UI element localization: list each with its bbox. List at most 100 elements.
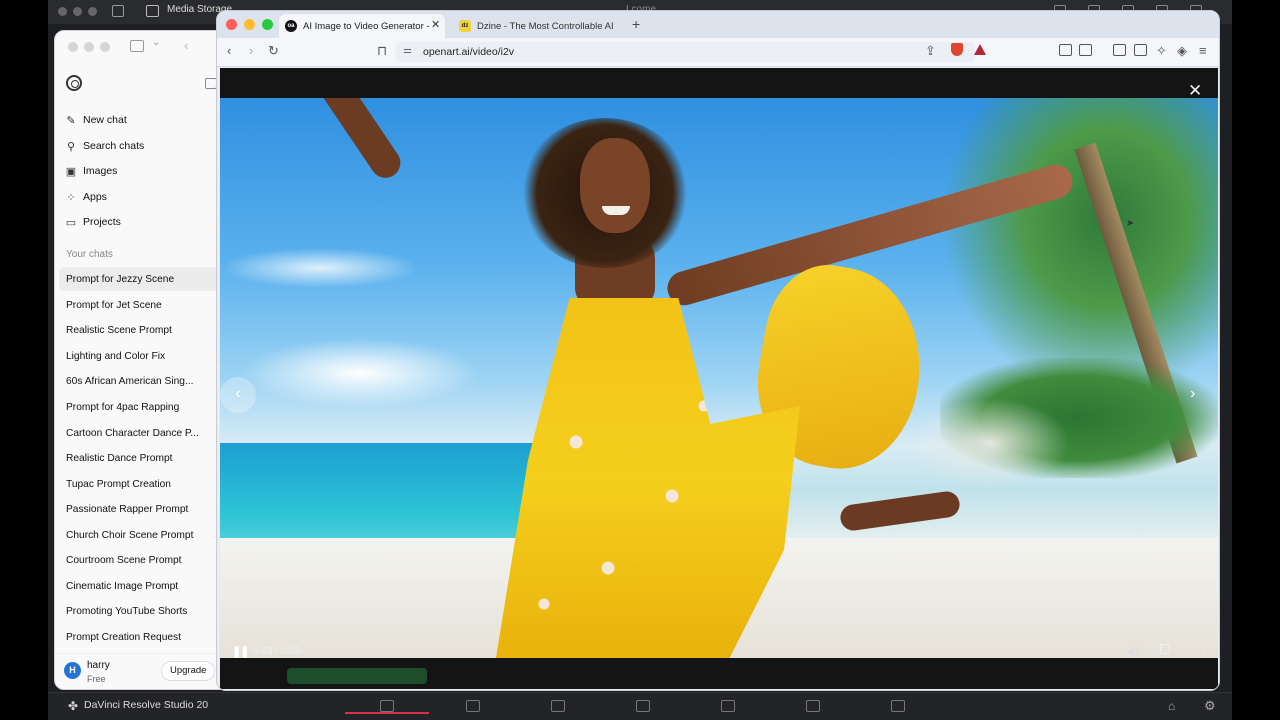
wallet-icon[interactable] xyxy=(1134,44,1147,56)
brave-shields-icon[interactable] xyxy=(951,43,963,56)
video-figure-arm xyxy=(269,98,407,184)
chat-history-item[interactable]: Cinematic Image Prompt xyxy=(59,574,221,598)
edit-icon: ✎ xyxy=(66,114,76,127)
forward-icon[interactable]: › xyxy=(249,43,253,58)
vpn-icon[interactable]: ◈ xyxy=(1177,43,1187,59)
cut-page-icon[interactable] xyxy=(466,700,480,712)
background-window-controls xyxy=(58,7,97,16)
chat-history-item[interactable]: Realistic Scene Prompt xyxy=(59,318,221,342)
brave-rewards-icon[interactable] xyxy=(974,44,986,55)
mouse-cursor-icon: ➤ xyxy=(1126,218,1135,229)
color-page-icon[interactable] xyxy=(721,700,735,712)
chat-history-item[interactable]: 60s African American Sing... xyxy=(59,369,221,393)
menu-label: Projects xyxy=(83,216,121,228)
images-button[interactable]: ▣ Images xyxy=(65,161,215,181)
background-sidebar-icon xyxy=(112,5,124,17)
bookmark-icon[interactable]: ⊓ xyxy=(377,43,387,59)
previous-button[interactable]: ‹ xyxy=(220,377,256,413)
video-cloud xyxy=(220,248,420,288)
video-controls: ❚❚ 0:03 / 0:05 ◀) ⋮ xyxy=(220,638,1218,658)
chat-history-item[interactable]: Church Choir Scene Prompt xyxy=(59,523,221,547)
more-options-icon[interactable]: ⋮ xyxy=(1197,643,1209,657)
menu-label: New chat xyxy=(83,114,127,126)
davinci-logo-icon: ✤ xyxy=(68,699,79,713)
menu-label: Search chats xyxy=(83,140,145,152)
zoom-window-button[interactable] xyxy=(262,19,273,30)
chat-history-item[interactable]: Tupac Prompt Creation xyxy=(59,472,221,496)
user-plan: Free xyxy=(87,674,106,684)
back-arrow-icon[interactable]: ‹ xyxy=(184,37,189,53)
extensions-icon[interactable] xyxy=(1059,44,1072,56)
active-page-indicator xyxy=(345,712,429,714)
minimize-window-button[interactable] xyxy=(244,19,255,30)
tab-dzine[interactable]: dz Dzine - The Most Controllable AI Ir xyxy=(455,14,615,38)
video-player[interactable]: ➤ ❚❚ 0:03 / 0:05 ◀) ⋮ xyxy=(220,98,1218,658)
chat-history-item[interactable]: Prompt for Jezzy Scene xyxy=(59,267,221,291)
close-icon[interactable]: ✕ xyxy=(1188,82,1202,99)
avatar[interactable]: H xyxy=(64,662,81,679)
home-icon[interactable]: ⌂ xyxy=(1168,699,1175,713)
volume-icon[interactable]: ◀) xyxy=(1126,644,1138,657)
back-icon[interactable]: ‹ xyxy=(227,43,231,58)
site-settings-icon[interactable]: ⚌ xyxy=(403,45,412,56)
new-tab-icon[interactable]: + xyxy=(632,16,640,32)
user-name: harry xyxy=(87,660,110,671)
video-time: 0:03 / 0:05 xyxy=(253,646,301,657)
chat-history-item[interactable]: Prompt for 4pac Rapping xyxy=(59,395,221,419)
chatgpt-logo-icon[interactable] xyxy=(66,75,82,91)
folder-icon: ▭ xyxy=(65,216,77,229)
resolve-title: DaVinci Resolve Studio 20 xyxy=(84,699,209,711)
user-profile-area[interactable]: H harry Free Upgrade xyxy=(55,653,223,689)
upgrade-button[interactable]: Upgrade xyxy=(161,661,216,681)
video-modal: ➤ ❚❚ 0:03 / 0:05 ◀) ⋮ ✕ ‹ › xyxy=(220,68,1218,689)
video-yellow-dress xyxy=(496,298,800,658)
share-icon[interactable]: ⇪ xyxy=(925,43,936,59)
fairlight-page-icon[interactable] xyxy=(806,700,820,712)
close-tab-icon[interactable]: ✕ xyxy=(431,18,440,31)
sidebar-toggle-icon[interactable] xyxy=(130,40,144,52)
chat-history-item[interactable]: Prompt Creation Request xyxy=(59,625,221,649)
image-icon: ▣ xyxy=(65,165,77,178)
chat-history-item[interactable]: Realistic Dance Prompt xyxy=(59,446,221,470)
projects-button[interactable]: ▭ Projects xyxy=(65,212,215,232)
chevron-down-icon[interactable]: ⌄ xyxy=(152,37,160,48)
reload-icon[interactable]: ↻ xyxy=(268,43,279,59)
video-cloud xyxy=(240,338,480,408)
chat-history-item[interactable]: Cartoon Character Dance P... xyxy=(59,421,221,445)
menu-icon[interactable]: ≡ xyxy=(1199,43,1207,58)
next-button[interactable]: › xyxy=(1190,385,1195,403)
chat-history-item[interactable]: Prompt for Jet Scene xyxy=(59,293,221,317)
openart-favicon-icon: oa xyxy=(285,20,297,32)
apps-button[interactable]: ⁘ Apps xyxy=(65,187,215,207)
edit-page-icon[interactable] xyxy=(551,700,565,712)
deliver-page-icon[interactable] xyxy=(891,700,905,712)
chat-history-item[interactable]: Passionate Rapper Prompt xyxy=(59,497,221,521)
chat-history-item[interactable]: Courtroom Scene Prompt xyxy=(59,548,221,572)
fusion-page-icon[interactable] xyxy=(636,700,650,712)
chatgpt-window: ⌄ ‹ ✎ New chat ⚲ Search chats ▣ Images ⁘… xyxy=(54,30,224,690)
video-palm-leaves xyxy=(940,98,1218,398)
browser-window-controls[interactable] xyxy=(226,19,273,30)
browser-window: oa AI Image to Video Generator - ✕ dz Dz… xyxy=(216,10,1220,691)
address-bar[interactable]: ⚌ openart.ai/video/i2v xyxy=(395,42,975,62)
chat-history-item[interactable]: Lighting and Color Fix xyxy=(59,344,221,368)
reader-icon[interactable] xyxy=(1079,44,1092,56)
url-text[interactable]: openart.ai/video/i2v xyxy=(423,46,514,58)
tab-openart[interactable]: oa AI Image to Video Generator - xyxy=(279,14,445,38)
search-chats-button[interactable]: ⚲ Search chats xyxy=(65,136,215,156)
gear-icon[interactable]: ⚙ xyxy=(1204,698,1216,714)
video-sand-splash xyxy=(910,398,1070,488)
new-chat-button[interactable]: ✎ New chat xyxy=(65,110,215,130)
apps-icon: ⁘ xyxy=(66,191,76,204)
chatgpt-window-controls[interactable] xyxy=(68,42,110,52)
tab-title: AI Image to Video Generator - xyxy=(303,20,430,32)
browser-toolbar: ‹ › ↻ ⊓ ⚌ openart.ai/video/i2v ⇪ ✧ ◈ ≡ xyxy=(217,38,1219,67)
chat-history-item[interactable]: Promoting YouTube Shorts xyxy=(59,599,221,623)
video-figure-face xyxy=(580,138,650,233)
sidebar-icon[interactable] xyxy=(1113,44,1126,56)
media-page-icon[interactable] xyxy=(380,700,394,712)
fullscreen-icon[interactable] xyxy=(1160,644,1170,654)
leo-ai-icon[interactable]: ✧ xyxy=(1156,43,1167,59)
pause-icon[interactable]: ❚❚ xyxy=(232,645,249,658)
close-window-button[interactable] xyxy=(226,19,237,30)
